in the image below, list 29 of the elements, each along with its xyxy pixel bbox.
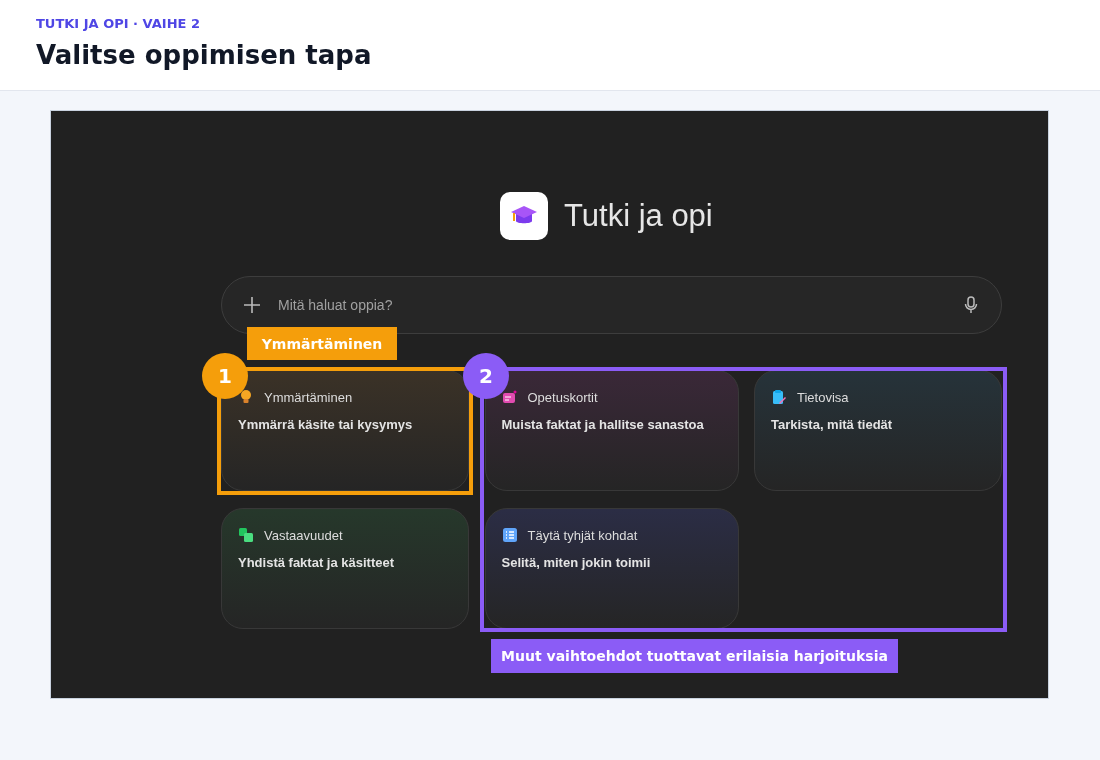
option-icon — [238, 527, 254, 543]
option-icon — [501, 389, 518, 405]
option-description: Selitä, miten jokin toimii — [501, 555, 652, 570]
logo-icon — [500, 192, 548, 240]
option-title: Opetuskortit — [527, 389, 598, 405]
option-icon — [238, 389, 254, 405]
search-field[interactable]: Mitä haluat oppia? — [221, 276, 1002, 334]
page-title: Valitse oppimisen tapa — [36, 40, 373, 70]
option-description: Ymmärrä käsite tai kysymys — [238, 417, 414, 432]
option-title: Tietovisa — [797, 389, 849, 405]
callout-label: Ymmärtäminen — [247, 327, 397, 360]
option-icon — [501, 527, 518, 543]
option-card[interactable]: Täytä tyhjät kohdat Selitä, miten jokin toimii — [484, 508, 739, 629]
option-title: Täytä tyhjät kohdat — [527, 527, 638, 543]
option-icon — [771, 389, 787, 405]
option-card[interactable]: Tietovisa Tarkista, mitä tiedät — [754, 370, 1002, 491]
plus-icon[interactable] — [243, 296, 261, 314]
option-description: Yhdistä faktat ja käsitteet — [238, 555, 396, 570]
step-badge: 2 — [463, 353, 509, 399]
step-badge: 1 — [202, 353, 248, 399]
step-label: TUTKI JA OPI · VAIHE 2 — [36, 16, 201, 31]
callout-label: Muut vaihtoehdot tuottavat erilaisia harjoituksia — [491, 639, 898, 673]
app-title: Tutki ja opi — [564, 198, 713, 234]
option-description: Tarkista, mitä tiedät — [771, 417, 894, 432]
option-title: Vastaavuudet — [264, 527, 343, 543]
option-card[interactable]: Vastaavuudet Yhdistä faktat ja käsitteet — [221, 508, 469, 629]
option-description: Muista faktat ja hallitse sanastoa — [501, 417, 705, 432]
microphone-icon[interactable] — [964, 296, 978, 314]
option-title: Ymmärtäminen — [264, 389, 353, 405]
